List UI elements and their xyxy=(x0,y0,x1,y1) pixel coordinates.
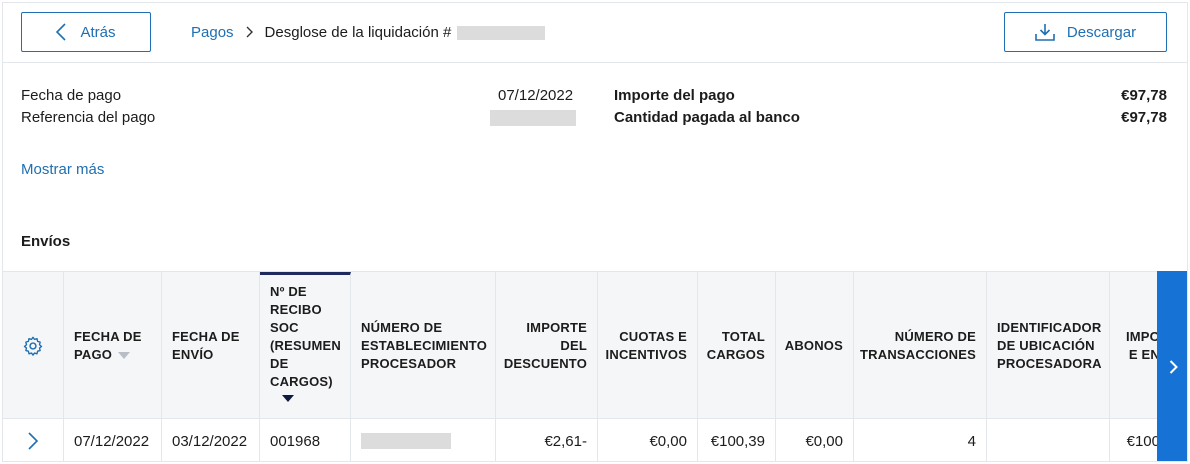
payment-date-value: 07/12/2022 xyxy=(498,87,574,104)
header-send-date-label: Fecha de envío xyxy=(172,328,240,362)
header-processor-no[interactable]: Número de establecimiento procesador xyxy=(351,272,496,419)
header-processor-no-label: Número de establecimiento procesador xyxy=(361,319,488,371)
section-title: Envíos xyxy=(21,233,71,250)
bank-paid-value: €97,78 xyxy=(1121,109,1167,126)
cell-receipt-no: 001968 xyxy=(260,419,351,461)
settlement-breakdown-page: Atrás Pagos Desglose de la liquidación #… xyxy=(2,2,1188,462)
table-row: 07/12/2022 03/12/2022 001968 €2,61- €0,0… xyxy=(3,419,1187,461)
download-button-label: Descargar xyxy=(1066,23,1137,41)
cell-send-date: 03/12/2022 xyxy=(162,419,260,461)
redacted-settlement-id xyxy=(457,25,546,40)
payment-ref-label: Referencia del pago xyxy=(21,109,156,126)
payment-amount-value: €97,78 xyxy=(1121,87,1167,104)
redacted-payment-ref xyxy=(490,110,576,126)
header-credits-label: Abonos xyxy=(784,337,843,353)
bank-paid-label: Cantidad pagada al banco xyxy=(614,109,800,126)
gear-icon xyxy=(23,336,43,356)
header-location-id-label: Identificador de ubicación procesadora xyxy=(997,319,1102,371)
cell-processor-no xyxy=(351,419,496,461)
header-discount[interactable]: Importe del descuento xyxy=(496,272,598,419)
download-icon xyxy=(1035,24,1055,41)
redacted-processor-no xyxy=(361,433,451,449)
breadcrumb-link-payments[interactable]: Pagos xyxy=(191,24,234,41)
header-discount-label: Importe del descuento xyxy=(503,319,588,371)
header-send-date[interactable]: Fecha de envío xyxy=(162,272,260,419)
breadcrumb-current: Desglose de la liquidación # xyxy=(264,24,452,41)
header-total-charges[interactable]: Total cargos xyxy=(698,272,776,419)
show-more-link[interactable]: Mostrar más xyxy=(21,161,104,178)
header-tx-count[interactable]: Número de transacciones xyxy=(854,272,987,419)
chevron-right-icon xyxy=(28,432,38,450)
cell-tx-count: 4 xyxy=(854,419,987,461)
chevron-left-icon xyxy=(56,23,67,41)
scroll-right-button[interactable] xyxy=(1157,271,1187,461)
header-location-id[interactable]: Identificador de ubicación procesadora xyxy=(987,272,1110,419)
sort-down-icon xyxy=(118,351,131,359)
header-credits[interactable]: Abonos xyxy=(776,272,854,419)
column-settings-button[interactable] xyxy=(3,272,64,419)
submissions-table: Fecha de pago Fecha de envío Nº de recib… xyxy=(3,271,1187,461)
chevron-right-icon xyxy=(1169,360,1178,374)
payment-amount-label: Importe del pago xyxy=(614,87,735,104)
back-button[interactable]: Atrás xyxy=(21,12,151,52)
cell-fees: €0,00 xyxy=(598,419,698,461)
header-receipt-no-label: Nº de recibo SOC (resumen de cargos) xyxy=(270,284,341,389)
header-payment-date[interactable]: Fecha de pago xyxy=(64,272,162,419)
header-total-charges-label: Total cargos xyxy=(706,328,765,362)
header-payment-date-label: Fecha de pago xyxy=(74,328,142,362)
cell-discount: €2,61- xyxy=(496,419,598,461)
top-bar: Atrás Pagos Desglose de la liquidación #… xyxy=(3,3,1187,63)
back-button-label: Atrás xyxy=(80,23,116,41)
cell-total-charges: €100,39 xyxy=(698,419,776,461)
payment-date-label: Fecha de pago xyxy=(21,87,122,104)
header-next-column-label: Impo e en xyxy=(1125,328,1160,362)
cell-credits: €0,00 xyxy=(776,419,854,461)
chevron-right-icon xyxy=(246,25,253,41)
table-header: Fecha de pago Fecha de envío Nº de recib… xyxy=(3,271,1187,419)
cell-payment-date: 07/12/2022 xyxy=(64,419,162,461)
sort-active-down-icon xyxy=(282,395,294,402)
download-button[interactable]: Descargar xyxy=(1004,12,1167,52)
breadcrumb: Pagos Desglose de la liquidación # xyxy=(191,24,546,41)
header-fees[interactable]: Cuotas e incentivos xyxy=(598,272,698,419)
expand-row-button[interactable] xyxy=(3,419,64,461)
header-tx-count-label: Número de transacciones xyxy=(860,328,976,362)
header-fees-label: Cuotas e incentivos xyxy=(605,328,688,362)
header-receipt-no[interactable]: Nº de recibo SOC (resumen de cargos) xyxy=(260,272,351,419)
cell-location-id xyxy=(987,419,1110,461)
